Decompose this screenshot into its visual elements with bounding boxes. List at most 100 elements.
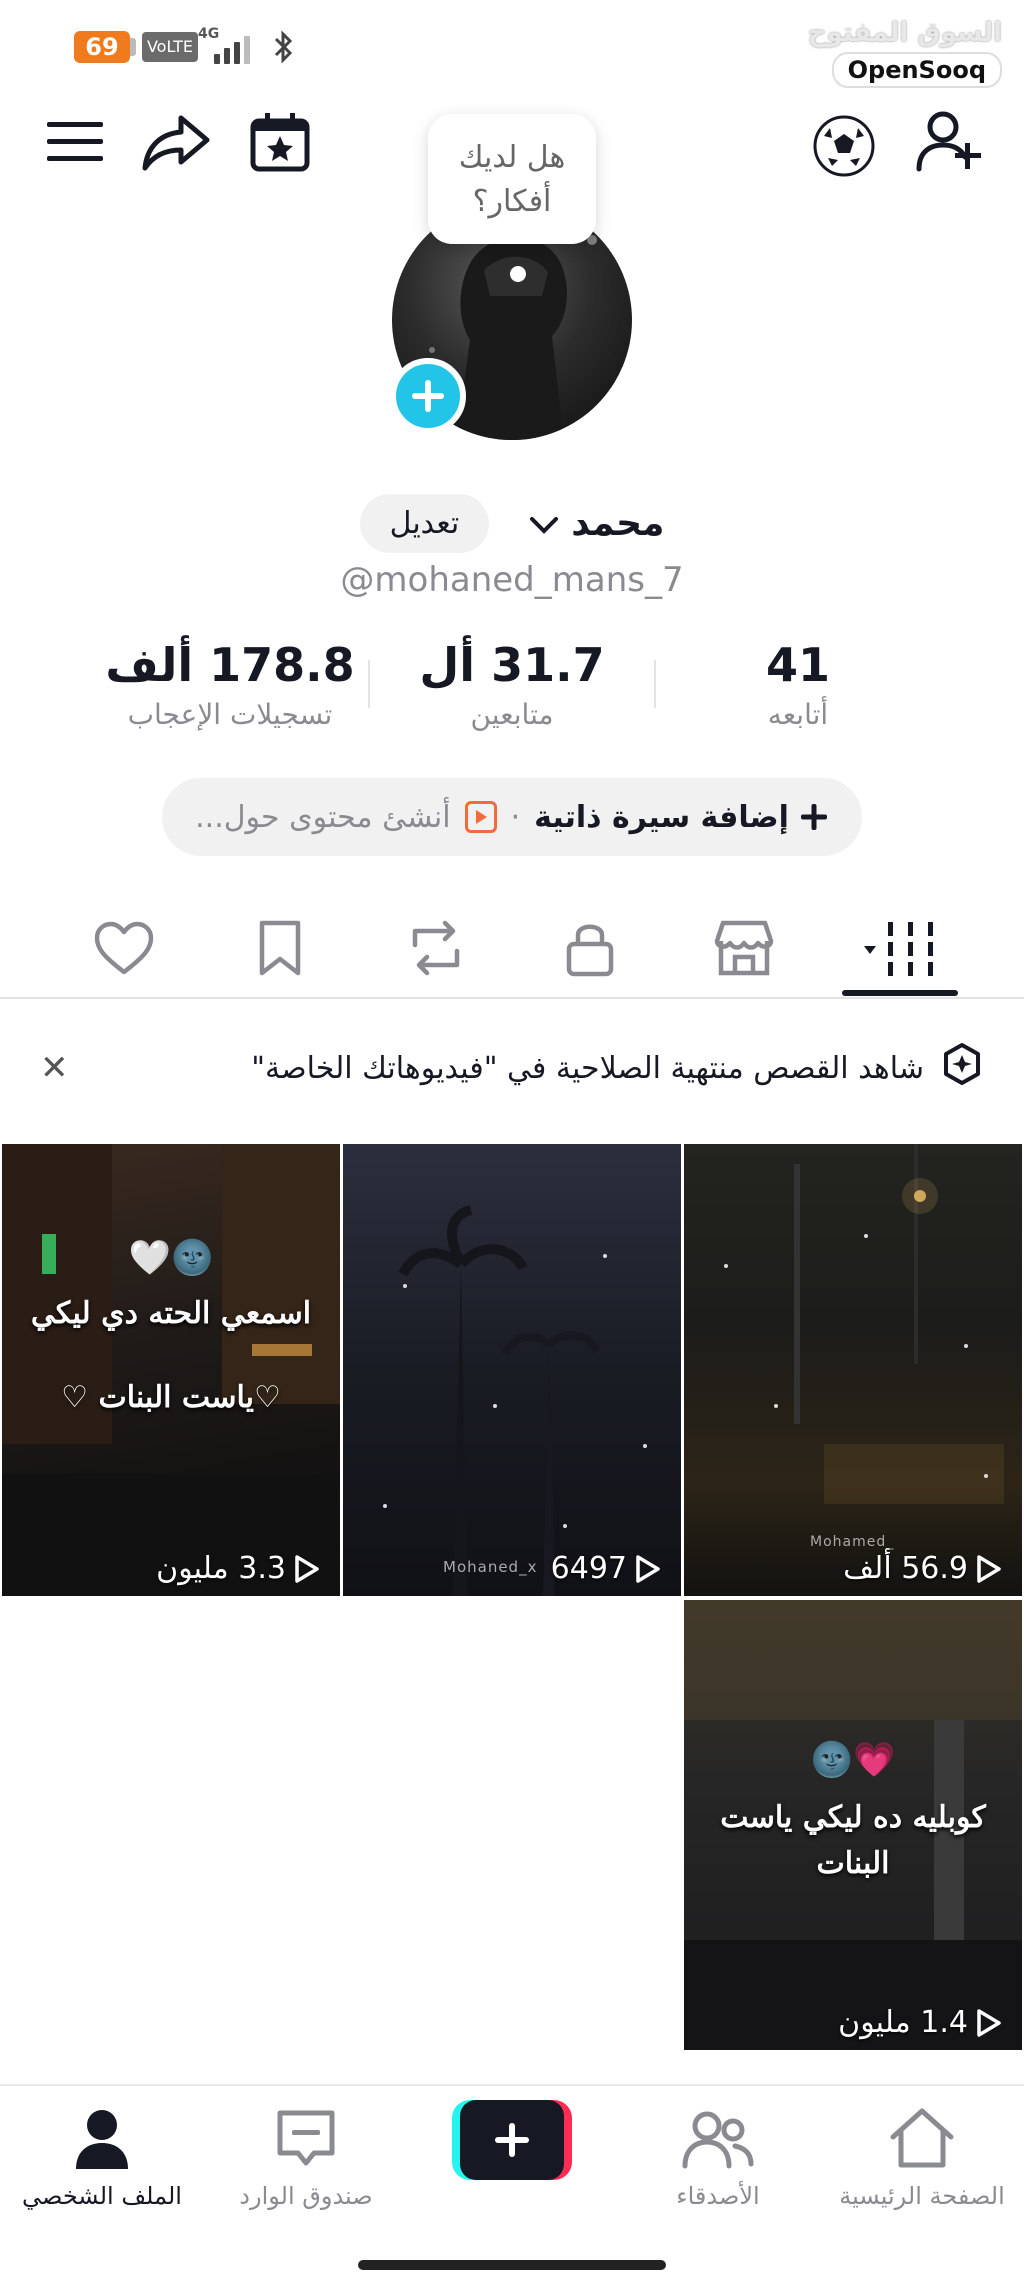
- bio-separator: ·: [510, 799, 521, 835]
- expired-stories-notice[interactable]: شاهد القصص منتهية الصلاحية في "فيديوهاتك…: [0, 1020, 1024, 1116]
- play-icon: [295, 1554, 319, 1583]
- following-count: 41: [765, 638, 830, 692]
- view-count-text: 1.4 مليون: [838, 2005, 968, 2040]
- nav-inbox[interactable]: صندوق الوارد: [206, 2104, 406, 2210]
- create-content-icon: [464, 801, 497, 833]
- video-watermark: Mohaned_x: [443, 1558, 538, 1576]
- video-caption: البنات: [816, 1846, 890, 1881]
- friends-icon: [618, 2104, 818, 2174]
- close-icon[interactable]: ✕: [40, 1048, 69, 1088]
- video-tile[interactable]: 🤍🌚 اسمعي الحته دي ليكي ♡ياست البنات ♡ 3.…: [2, 1144, 340, 1596]
- view-count: 56.9 ألف: [843, 1551, 1002, 1586]
- notice-text: شاهد القصص منتهية الصلاحية في "فيديوهاتك…: [251, 1050, 924, 1086]
- shop-icon: [714, 920, 774, 976]
- likes-stat[interactable]: 178.8 ألف تسجيلات الإعجاب: [100, 636, 360, 731]
- likes-count: 178.8 ألف: [105, 638, 355, 692]
- view-count: 6497: [551, 1551, 661, 1586]
- bookmark-icon: [259, 920, 301, 976]
- play-icon: [977, 1554, 1001, 1583]
- chevron-down-icon: [529, 503, 559, 544]
- story-sparkle-icon: [940, 1042, 984, 1094]
- video-tile[interactable]: 🌚💗 كوبليه ده ليكي ياست البنات 1.4 مليون: [684, 1600, 1022, 2050]
- plus-icon: [800, 804, 827, 830]
- following-stat[interactable]: 41 أتابعه: [700, 636, 896, 731]
- add-bio-button[interactable]: إضافة سيرة ذاتية: [534, 800, 829, 835]
- create-content-button[interactable]: أنشئ محتوى حول...: [195, 800, 450, 835]
- video-caption: ♡ياست البنات ♡: [61, 1380, 281, 1415]
- edit-profile-button[interactable]: تعديل: [359, 494, 490, 553]
- tab-shop[interactable]: [696, 908, 792, 988]
- nav-home[interactable]: الصفحة الرئيسية: [822, 2104, 1022, 2210]
- repost-icon: [412, 920, 460, 976]
- add-bio-label: إضافة سيرة ذاتية: [534, 799, 789, 835]
- tab-liked[interactable]: [76, 908, 172, 988]
- inbox-icon: [206, 2104, 406, 2174]
- view-count: 3.3 مليون: [156, 1551, 320, 1586]
- name-row: تعديل محمد: [0, 494, 1024, 553]
- create-button[interactable]: [452, 2100, 572, 2180]
- play-icon: [977, 2008, 1001, 2037]
- tab-videos[interactable]: [852, 908, 948, 988]
- play-icon: [636, 1554, 660, 1583]
- display-name: محمد: [571, 503, 665, 544]
- account-switcher[interactable]: محمد: [529, 503, 664, 544]
- tab-favorites[interactable]: [232, 908, 328, 988]
- nav-friends-label: الأصدقاء: [676, 2182, 760, 2210]
- network-type: 4G: [198, 26, 220, 42]
- profile-tabs: [0, 880, 1024, 1000]
- volte-badge: VoLTE: [142, 32, 198, 62]
- menu-icon[interactable]: [40, 112, 110, 172]
- bubble-tail: [510, 266, 526, 282]
- followers-label: متابعين: [470, 698, 554, 731]
- heart-icon: [94, 921, 154, 975]
- watermark-english: OpenSooq: [831, 52, 1002, 88]
- add-user-icon[interactable]: [910, 104, 990, 180]
- followers-count: 31.7 أل: [419, 638, 605, 692]
- likes-label: تسجيلات الإعجاب: [127, 698, 333, 731]
- view-count-text: 3.3 مليون: [156, 1551, 286, 1586]
- opensooq-watermark: السوق المفتوح OpenSooq: [808, 18, 1002, 88]
- stat-divider: [654, 660, 656, 708]
- grid-icon: [864, 922, 933, 976]
- view-count-text: 6497: [550, 1551, 627, 1586]
- video-caption: كوبليه ده ليكي ياست: [720, 1800, 986, 1835]
- nav-friends[interactable]: الأصدقاء: [618, 2104, 818, 2210]
- home-icon: [822, 2104, 1022, 2174]
- video-caption: اسمعي الحته دي ليكي: [30, 1296, 312, 1331]
- video-tile[interactable]: Mohaned_x 6497: [343, 1144, 681, 1596]
- video-watermark: Mohamed_: [810, 1534, 895, 1550]
- tabs-divider: [0, 997, 1024, 999]
- nav-profile[interactable]: الملف الشخصي: [2, 2104, 202, 2210]
- battery-tip: [130, 38, 136, 56]
- signal-icon: [214, 30, 250, 64]
- share-icon[interactable]: [136, 104, 216, 180]
- nav-inbox-label: صندوق الوارد: [239, 2182, 373, 2210]
- username: @mohaned_mans_7: [340, 560, 684, 600]
- bluetooth-icon: [272, 30, 296, 68]
- tab-reposts[interactable]: [388, 908, 484, 988]
- tab-private[interactable]: [542, 908, 638, 988]
- followers-stat[interactable]: 31.7 أل متابعين: [400, 636, 624, 731]
- add-story-icon[interactable]: [390, 358, 466, 434]
- thoughts-bubble[interactable]: هل لديك أفكار؟: [428, 114, 596, 244]
- active-tab-indicator: [842, 990, 958, 996]
- profile-icon: [2, 2104, 202, 2174]
- lock-icon: [566, 924, 614, 977]
- watermark-arabic: السوق المفتوح: [807, 18, 1002, 48]
- video-emoji: 🌚💗: [810, 1740, 896, 1780]
- profile-stats: 178.8 ألف تسجيلات الإعجاب 31.7 أل متابعي…: [0, 636, 1024, 746]
- bio-actions: إضافة سيرة ذاتية · أنشئ محتوى حول...: [162, 778, 862, 856]
- home-indicator[interactable]: [358, 2260, 666, 2270]
- soccer-ball-icon[interactable]: [810, 112, 878, 180]
- video-emoji: 🤍🌚: [128, 1238, 214, 1278]
- view-count-text: 56.9 ألف: [843, 1551, 968, 1586]
- battery-indicator: 69: [74, 31, 130, 63]
- following-label: أتابعه: [767, 698, 829, 731]
- nav-home-label: الصفحة الرئيسية: [839, 2182, 1005, 2210]
- plus-icon: [460, 2100, 564, 2180]
- video-tile[interactable]: Mohamed_ 56.9 ألف: [684, 1144, 1022, 1596]
- nav-profile-label: الملف الشخصي: [22, 2182, 182, 2210]
- stat-divider: [368, 660, 370, 708]
- calendar-star-icon[interactable]: [244, 104, 316, 180]
- view-count: 1.4 مليون: [838, 2005, 1002, 2040]
